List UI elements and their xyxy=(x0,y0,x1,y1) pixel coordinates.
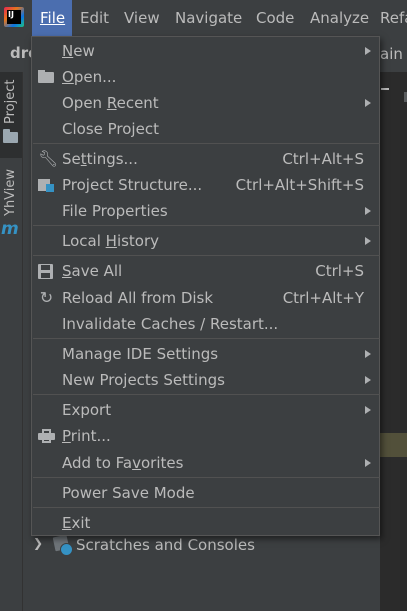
menu-bar: IJ File Edit View Navigate Code Analyze … xyxy=(0,0,407,36)
menu-item-label: Reload All from Disk xyxy=(62,289,214,307)
menu-code[interactable]: Code xyxy=(256,0,294,36)
menu-item-reload-all[interactable]: ↻ Reload All from Disk Ctrl+Alt+Y xyxy=(32,285,379,311)
menu-item-label: Export xyxy=(62,401,112,419)
refresh-icon: ↻ xyxy=(39,288,54,307)
menu-item-label: File Properties xyxy=(62,202,168,220)
menu-item-label: Local History xyxy=(62,232,160,250)
submenu-arrow-icon xyxy=(365,376,371,384)
menu-item-project-structure[interactable]: Project Structure... Ctrl+Alt+Shift+S xyxy=(32,172,379,198)
printer-icon xyxy=(38,428,55,444)
menu-item-label: Invalidate Caches / Restart... xyxy=(62,315,279,333)
branch-label[interactable]: ain xyxy=(380,45,403,63)
menu-item-invalidate-caches[interactable]: Invalidate Caches / Restart... xyxy=(32,311,379,337)
menu-item-label: Open Recent xyxy=(62,94,159,112)
submenu-arrow-icon xyxy=(365,237,371,245)
project-folder-icon xyxy=(3,129,18,143)
maven-m-icon[interactable]: m xyxy=(1,219,19,239)
tree-item-scratches[interactable]: ❯ Scratches and Consoles xyxy=(23,534,380,556)
menu-item-label: Add to Favorites xyxy=(62,454,184,472)
submenu-arrow-icon xyxy=(365,207,371,215)
menu-item-open[interactable]: Open... xyxy=(32,64,379,90)
menu-item-settings[interactable]: 🔧︎ Settings... Ctrl+Alt+S xyxy=(32,146,379,172)
menu-item-export[interactable]: Export xyxy=(32,397,379,423)
menu-item-label: Manage IDE Settings xyxy=(62,345,219,363)
save-icon xyxy=(38,264,53,279)
editor-highlight-line xyxy=(380,433,407,457)
menu-analyze[interactable]: Analyze xyxy=(310,0,369,36)
intellij-logo-icon: IJ xyxy=(4,7,24,27)
menu-edit[interactable]: Edit xyxy=(80,0,109,36)
menu-item-print[interactable]: Print... xyxy=(32,423,379,449)
menu-item-open-recent[interactable]: Open Recent xyxy=(32,90,379,116)
shortcut-label: Ctrl+S xyxy=(315,262,364,280)
clock-icon xyxy=(60,543,73,556)
chevron-right-icon[interactable]: ❯ xyxy=(33,536,43,550)
menu-separator xyxy=(33,143,380,144)
menu-item-label: Print... xyxy=(62,427,111,445)
menu-item-new[interactable]: New xyxy=(32,38,379,64)
menu-separator xyxy=(33,338,380,339)
submenu-arrow-icon xyxy=(365,47,371,55)
yhview-tool-label[interactable]: YhView xyxy=(3,169,18,216)
menu-item-label: Settings... xyxy=(62,150,138,168)
minimize-icon[interactable] xyxy=(381,88,389,90)
menu-item-save-all[interactable]: Save All Ctrl+S xyxy=(32,258,379,284)
menu-view[interactable]: View xyxy=(124,0,160,36)
menu-separator xyxy=(33,507,380,508)
wrench-icon: 🔧︎ xyxy=(38,149,59,168)
menu-item-label: New xyxy=(62,42,95,60)
menu-item-local-history[interactable]: Local History xyxy=(32,228,379,254)
open-folder-icon xyxy=(38,69,55,85)
shortcut-label: Ctrl+Alt+Shift+S xyxy=(235,176,364,194)
menu-item-label: New Projects Settings xyxy=(62,371,225,389)
project-structure-icon xyxy=(38,177,55,193)
menu-item-label: Project Structure... xyxy=(62,176,203,194)
menu-item-exit[interactable]: Exit xyxy=(32,510,379,536)
submenu-arrow-icon xyxy=(365,350,371,358)
menu-separator xyxy=(33,255,380,256)
submenu-arrow-icon xyxy=(365,459,371,467)
menu-item-manage-ide-settings[interactable]: Manage IDE Settings xyxy=(32,341,379,367)
menu-refactor[interactable]: Refa xyxy=(380,0,407,36)
shortcut-label: Ctrl+Alt+S xyxy=(282,150,364,168)
menu-separator xyxy=(33,225,380,226)
menu-item-close-project[interactable]: Close Project xyxy=(32,116,379,142)
menu-item-power-save-mode[interactable]: Power Save Mode xyxy=(32,480,379,506)
menu-item-add-to-favorites[interactable]: Add to Favorites xyxy=(32,450,379,476)
menu-item-label: Power Save Mode xyxy=(62,484,195,502)
menu-separator xyxy=(33,477,380,478)
shortcut-label: Ctrl+Alt+Y xyxy=(282,289,364,307)
tree-item-label: Scratches and Consoles xyxy=(76,536,255,554)
project-tool-label: Project xyxy=(3,79,18,124)
project-tool-button[interactable]: Project xyxy=(0,72,22,158)
menu-item-label: Save All xyxy=(62,262,123,280)
menu-navigate[interactable]: Navigate xyxy=(175,0,242,36)
menu-file[interactable]: File xyxy=(32,0,72,36)
submenu-arrow-icon xyxy=(365,99,371,107)
submenu-arrow-icon xyxy=(365,406,371,414)
menu-item-label: Close Project xyxy=(62,120,159,138)
editor-area xyxy=(380,72,407,611)
menu-separator xyxy=(33,394,380,395)
menu-item-label: Open... xyxy=(62,68,117,86)
menu-item-new-projects-settings[interactable]: New Projects Settings xyxy=(32,367,379,393)
file-menu-dropdown: New Open... Open Recent Close Project 🔧︎… xyxy=(31,36,380,536)
menu-item-label: Exit xyxy=(62,514,91,532)
menu-item-file-properties[interactable]: File Properties xyxy=(32,198,379,224)
